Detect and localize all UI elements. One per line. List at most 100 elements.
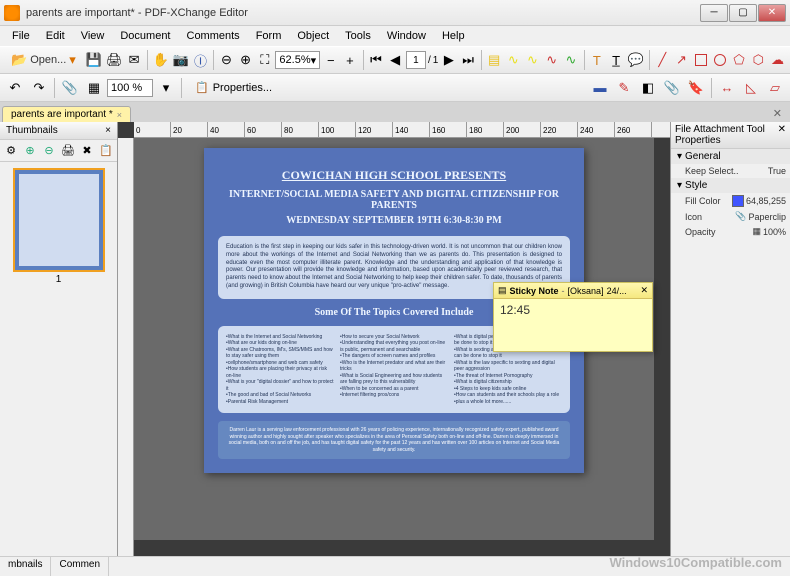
zoom-plus[interactable]: + [341,49,358,71]
attach-button[interactable]: 📎 [59,77,81,99]
pencil-tool[interactable]: ✎ [613,77,635,99]
prev-page[interactable]: ◀ [387,49,404,71]
sticky-icon: ▤ [498,285,507,296]
stamp-tool[interactable]: ▬ [589,77,611,99]
polygon-tool[interactable]: ⬡ [750,49,767,71]
toolbar-secondary: ↶ ↷ 📎 ▦ 100 % ▾ 📋Properties... ▬ ✎ ◧ 📎 🔖… [0,74,790,102]
underline-tool[interactable]: ∿ [543,49,560,71]
save-button[interactable]: 💾 [85,49,103,71]
polyline-tool[interactable]: ⬠ [730,49,747,71]
fill-color-value[interactable]: 64,85,255 [732,195,786,207]
zoom-input[interactable]: 62.5%▾ [275,51,320,69]
document-tab[interactable]: parents are important * × [2,106,131,122]
redo-button[interactable]: ↷ [28,77,50,99]
measure-dist[interactable]: ↔ [716,77,738,99]
cloud-tool[interactable]: ☁ [769,49,786,71]
menu-file[interactable]: File [4,28,38,44]
next-page[interactable]: ▶ [440,49,457,71]
tab-close-icon[interactable]: × [117,110,122,120]
select-tool[interactable]: Ⓘ [192,49,209,71]
thumbnail-page-1[interactable]: 1 [13,168,105,287]
zoom-out-button[interactable]: ⊖ [218,49,235,71]
menu-object[interactable]: Object [289,28,337,44]
collapse-icon[interactable]: ▾ [677,180,682,191]
sticky-close-icon[interactable]: ✕ [640,285,648,296]
attach-tool[interactable]: 📎 [661,77,683,99]
oval-tool[interactable] [711,49,728,71]
eraser-tool[interactable]: ◧ [637,77,659,99]
rect-tool[interactable] [692,49,709,71]
callout-tool[interactable]: 💬 [627,49,645,71]
properties-panel: File Attachment Tool Properties✕ ▾Genera… [670,122,790,556]
textbox-tool[interactable]: T̲ [607,49,624,71]
thumb-delete-icon[interactable]: ✖ [78,142,96,160]
print-button[interactable]: 🖨 [105,49,124,71]
highlight-tool[interactable]: ∿ [505,49,522,71]
undo-button[interactable]: ↶ [4,77,26,99]
thumbnails-close[interactable]: × [105,125,111,136]
bottom-tab-comments[interactable]: Commen [51,557,109,576]
snapshot-tool[interactable]: 📷 [172,49,190,71]
menu-view[interactable]: View [73,28,113,44]
menu-help[interactable]: Help [434,28,473,44]
measure-area[interactable]: ▱ [764,77,786,99]
pdf-subtitle-1: INTERNET/SOCIAL MEDIA SAFETY AND DIGITAL… [218,189,570,211]
dropdown-icon[interactable]: ▾ [155,77,177,99]
thumb-print-icon[interactable]: 🖨 [59,142,77,160]
line-tool[interactable]: ╱ [654,49,671,71]
page-view: 020 4060 80100 120140 160180 200220 2402… [118,122,670,556]
typewriter-tool[interactable]: T [588,49,605,71]
page-input[interactable]: 1 [406,51,426,69]
stamp-button[interactable]: ▦ [83,77,105,99]
properties-title: File Attachment Tool Properties [675,124,778,146]
close-button[interactable]: ✕ [758,4,786,22]
email-button[interactable]: ✉ [126,49,143,71]
pdf-col-2: •How to secure your Social Network •Unde… [340,334,448,406]
thumb-zoomout-icon[interactable]: ⊖ [40,142,58,160]
thumb-options-icon[interactable]: ⚙ [2,142,20,160]
properties-button[interactable]: 📋Properties... [186,78,281,97]
sticky-date: 24/... [607,286,638,296]
menu-edit[interactable]: Edit [38,28,73,44]
measure-peri[interactable]: ◺ [740,77,762,99]
sticky-note-popup[interactable]: ▤ Sticky Note - [Oksana] 24/... ✕ 12:45 [493,282,653,352]
zoom-in-button[interactable]: ⊕ [237,49,254,71]
keep-select-value[interactable]: True [768,166,786,176]
bottom-tab-thumbnails[interactable]: mbnails [0,557,51,576]
toolbar-main: 📂Open...▾ 💾 🖨 ✉ ✋ 📷 Ⓘ ⊖ ⊕ ⛶ 62.5%▾ − + ⏮… [0,46,790,74]
highlight2-tool[interactable]: ∿ [524,49,541,71]
bookmark-tool[interactable]: 🔖 [685,77,707,99]
icon-value[interactable]: 📎Paperclip [735,211,786,222]
tabbar-close[interactable]: ✕ [767,105,788,122]
open-button[interactable]: 📂Open...▾ [4,49,83,71]
strikeout-tool[interactable]: ∿ [562,49,579,71]
ruler-horizontal: 020 4060 80100 120140 160180 200220 2402… [134,122,670,138]
menu-comments[interactable]: Comments [179,28,248,44]
minimize-button[interactable]: ─ [700,4,728,22]
zoom-minus[interactable]: − [322,49,339,71]
properties-close[interactable]: ✕ [778,124,786,146]
thumb-props-icon[interactable]: 📋 [97,142,115,160]
sticky-title: Sticky Note [510,286,559,296]
first-page[interactable]: ⏮ [367,49,384,71]
thumbnails-panel: Thumbnails × ⚙ ⊕ ⊖ 🖨 ✖ 📋 1 [0,122,118,556]
collapse-icon[interactable]: ▾ [677,151,682,162]
menu-document[interactable]: Document [112,28,178,44]
opacity-value[interactable]: ▦100% [752,226,786,237]
last-page[interactable]: ⏭ [460,49,477,71]
arrow-tool[interactable]: ↗ [673,49,690,71]
opacity-input[interactable]: 100 % [107,79,153,97]
menu-window[interactable]: Window [379,28,434,44]
menu-tools[interactable]: Tools [337,28,379,44]
sticky-note-tool[interactable]: ▤ [486,49,503,71]
sticky-body[interactable]: 12:45 [494,299,652,351]
menu-form[interactable]: Form [248,28,290,44]
zoom-marquee[interactable]: ⛶ [256,49,273,71]
app-icon [4,5,20,21]
pdf-subtitle-2: WEDNESDAY SEPTEMBER 19TH 6:30-8:30 PM [218,215,570,226]
page-total: 1 [433,55,439,66]
maximize-button[interactable]: ▢ [729,4,757,22]
page-sep: / [428,55,431,66]
thumb-zoomin-icon[interactable]: ⊕ [21,142,39,160]
hand-tool[interactable]: ✋ [151,49,169,71]
